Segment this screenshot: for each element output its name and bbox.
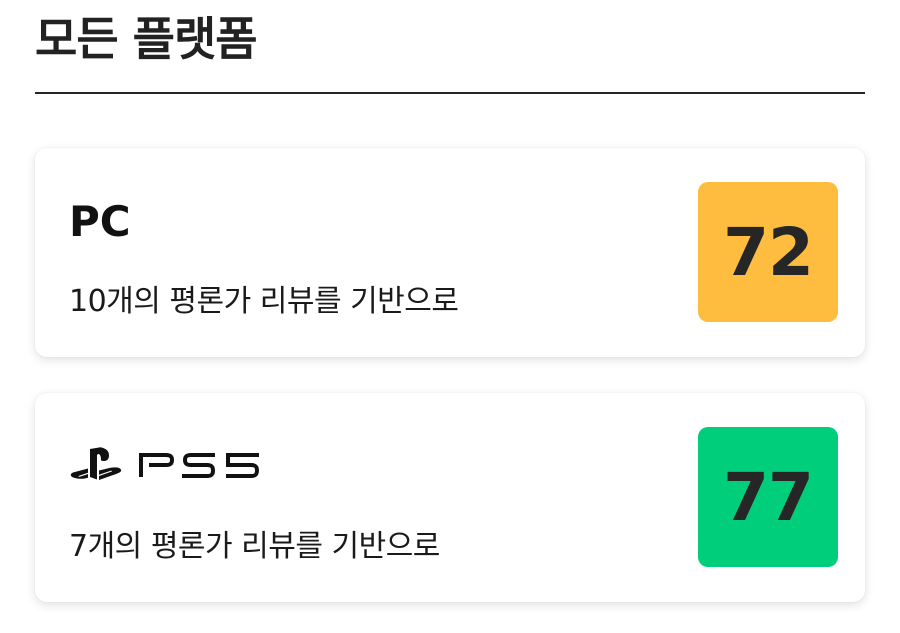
platform-card-ps5[interactable]: 7개의 평론가 리뷰를 기반으로 77 [35, 393, 865, 602]
critic-review-count: 7개의 평론가 리뷰를 기반으로 [69, 529, 440, 564]
section-title: 모든 플랫폼 [35, 12, 258, 66]
platform-card-pc[interactable]: PC 10개의 평론가 리뷰를 기반으로 72 [35, 148, 865, 357]
critic-review-count: 10개의 평론가 리뷰를 기반으로 [69, 284, 459, 319]
platform-name: PC [69, 197, 131, 246]
ps5-logo [69, 447, 265, 483]
ps5-wordmark-icon [139, 453, 260, 478]
playstation-icon [70, 447, 122, 480]
metascore-badge[interactable]: 77 [698, 427, 838, 567]
section-divider [35, 92, 865, 94]
metascore-badge[interactable]: 72 [698, 182, 838, 322]
